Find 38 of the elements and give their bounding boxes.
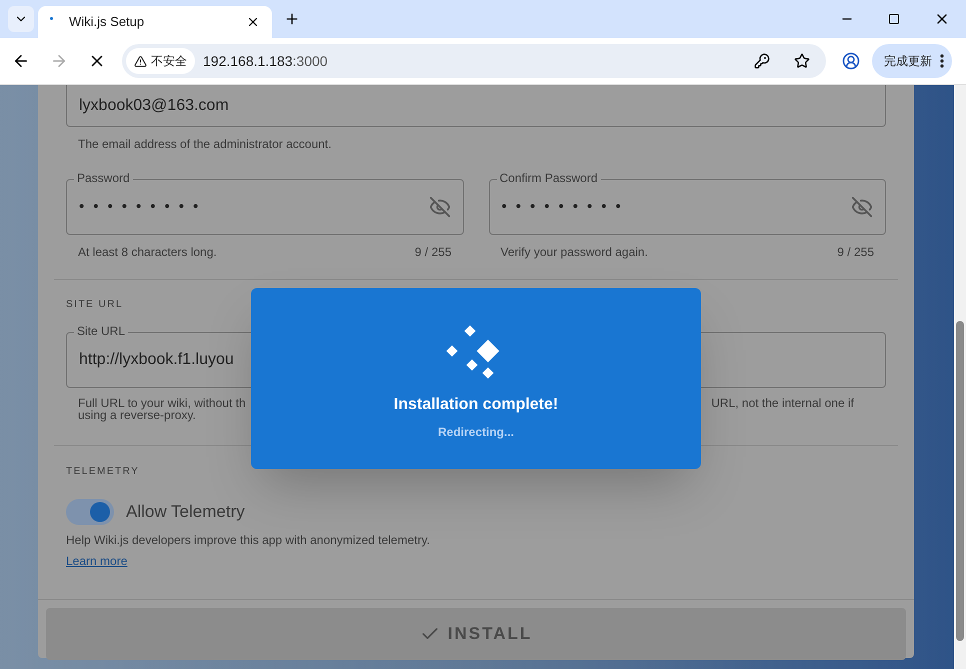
character-counter: 9 / 255 [414, 244, 452, 261]
section-heading: SITE URL [66, 298, 124, 312]
password-hint: At least 8 characters long. [78, 244, 217, 261]
profile-icon[interactable] [842, 52, 860, 70]
back-icon[interactable] [12, 52, 30, 70]
update-button[interactable]: 完成更新 [872, 44, 952, 78]
telemetry-hint: Help Wiki.js developers improve this app with anonymized telemetry. [66, 532, 431, 549]
password-hint: Verify your password again. [500, 244, 648, 261]
close-icon[interactable] [246, 15, 260, 29]
tab-list-button[interactable] [8, 6, 34, 32]
bookmark-star-icon[interactable] [794, 53, 810, 69]
telemetry-switch[interactable] [66, 499, 114, 525]
site-url-hint: using a reverse-proxy. [77, 409, 197, 421]
key-icon[interactable] [754, 53, 770, 69]
eye-off-icon[interactable] [428, 196, 450, 218]
section-heading: TELEMETRY [66, 465, 140, 479]
warning-icon [134, 54, 147, 68]
dialog-title: Installation complete! [394, 395, 558, 415]
browser-tab[interactable]: Wiki.js Setup [38, 6, 272, 38]
new-tab-icon[interactable] [284, 11, 300, 27]
site-url-hint: URL, not the internal one if [711, 397, 855, 409]
site-url-hint: Full URL to your wiki, without th [78, 397, 246, 409]
eye-off-icon[interactable] [851, 196, 873, 218]
tab-title: Wiki.js Setup [68, 13, 146, 32]
menu-icon [940, 54, 944, 68]
security-chip[interactable]: 不安全 [126, 48, 195, 74]
password-dots: ••••••••• [79, 196, 208, 217]
tab-favicon-icon [50, 16, 53, 20]
address-bar[interactable]: 不安全 192.168.1.183:3000 [122, 44, 826, 78]
dialog-subtitle: Redirecting... [438, 424, 514, 441]
telemetry-label: Allow Telemetry [126, 501, 245, 524]
learn-more-link[interactable]: Learn more [66, 554, 128, 568]
email-hint: The email address of the administrator account. [77, 136, 332, 153]
email-field[interactable]: lyxbook03@163.com [66, 85, 886, 127]
url-text: 192.168.1.183:3000 [203, 52, 329, 70]
password-dots: ••••••••• [502, 196, 631, 217]
maximize-icon[interactable] [888, 13, 900, 25]
character-counter: 9 / 255 [837, 244, 874, 261]
